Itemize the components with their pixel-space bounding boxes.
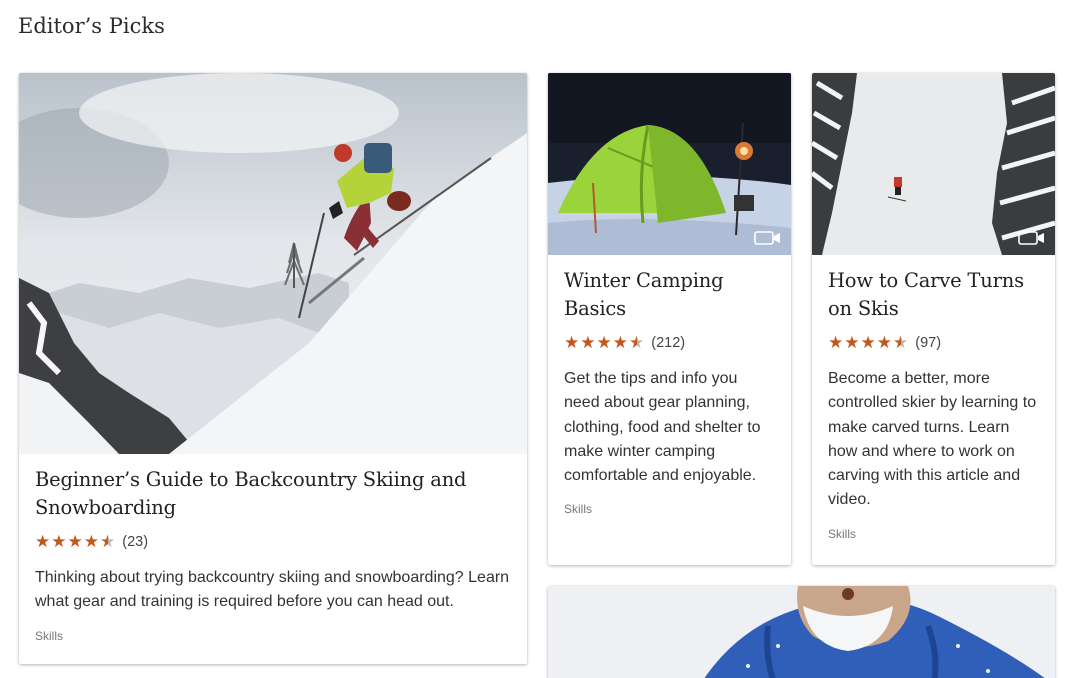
star-icon: ★ <box>844 333 860 353</box>
star-icon: ★ <box>564 333 580 353</box>
rating-count: (23) <box>122 534 149 550</box>
star-icon: ★ <box>860 333 876 353</box>
article-card-winter-camping[interactable]: Winter Camping Basics ★ ★ ★ ★ ★ (212) Ge… <box>548 73 791 565</box>
star-rating: ★ ★ ★ ★ ★ (97) <box>828 333 1039 353</box>
stars: ★ ★ ★ ★ ★ <box>35 532 116 552</box>
card-tag: Skills <box>35 628 64 643</box>
star-half-icon: ★ <box>629 333 645 353</box>
card-description: Get the tips and info you need about gea… <box>564 370 761 485</box>
card-title[interactable]: Winter Camping Basics <box>564 267 775 323</box>
stars: ★ ★ ★ ★ ★ <box>828 333 909 353</box>
card-description: Become a better, more controlled skier b… <box>828 370 1037 509</box>
star-icon: ★ <box>612 333 628 353</box>
video-camera-icon <box>754 231 780 245</box>
card-title[interactable]: Beginner’s Guide to Backcountry Skiing a… <box>35 466 511 522</box>
video-camera-icon <box>1018 231 1044 245</box>
star-icon: ★ <box>51 532 67 552</box>
star-icon: ★ <box>67 532 83 552</box>
card-tag: Skills <box>564 502 593 517</box>
article-card-backcountry[interactable]: Beginner’s Guide to Backcountry Skiing a… <box>19 73 527 664</box>
star-half-icon: ★ <box>100 532 116 552</box>
star-icon: ★ <box>83 532 99 552</box>
rating-count: (97) <box>915 335 942 351</box>
card-image-skier-trees[interactable] <box>812 73 1055 255</box>
star-half-icon: ★ <box>893 333 909 353</box>
card-image-tent[interactable] <box>548 73 791 255</box>
article-card-carve-turns[interactable]: How to Carve Turns on Skis ★ ★ ★ ★ ★ (97… <box>812 73 1055 565</box>
card-tag: Skills <box>828 526 857 541</box>
rating-count: (212) <box>651 335 686 351</box>
star-rating: ★ ★ ★ ★ ★ (212) <box>564 333 775 353</box>
section-title: Editor’s Picks <box>18 14 165 38</box>
star-icon: ★ <box>580 333 596 353</box>
star-icon: ★ <box>828 333 844 353</box>
card-image-backcountry-skier[interactable] <box>19 73 527 454</box>
card-description: Thinking about trying backcountry skiing… <box>35 569 510 611</box>
card-image-person-in-snow[interactable] <box>548 586 1055 678</box>
article-card-partial[interactable] <box>548 586 1055 678</box>
star-rating: ★ ★ ★ ★ ★ (23) <box>35 532 511 552</box>
card-title[interactable]: How to Carve Turns on Skis <box>828 267 1039 323</box>
star-icon: ★ <box>35 532 51 552</box>
star-icon: ★ <box>596 333 612 353</box>
stars: ★ ★ ★ ★ ★ <box>564 333 645 353</box>
star-icon: ★ <box>876 333 892 353</box>
